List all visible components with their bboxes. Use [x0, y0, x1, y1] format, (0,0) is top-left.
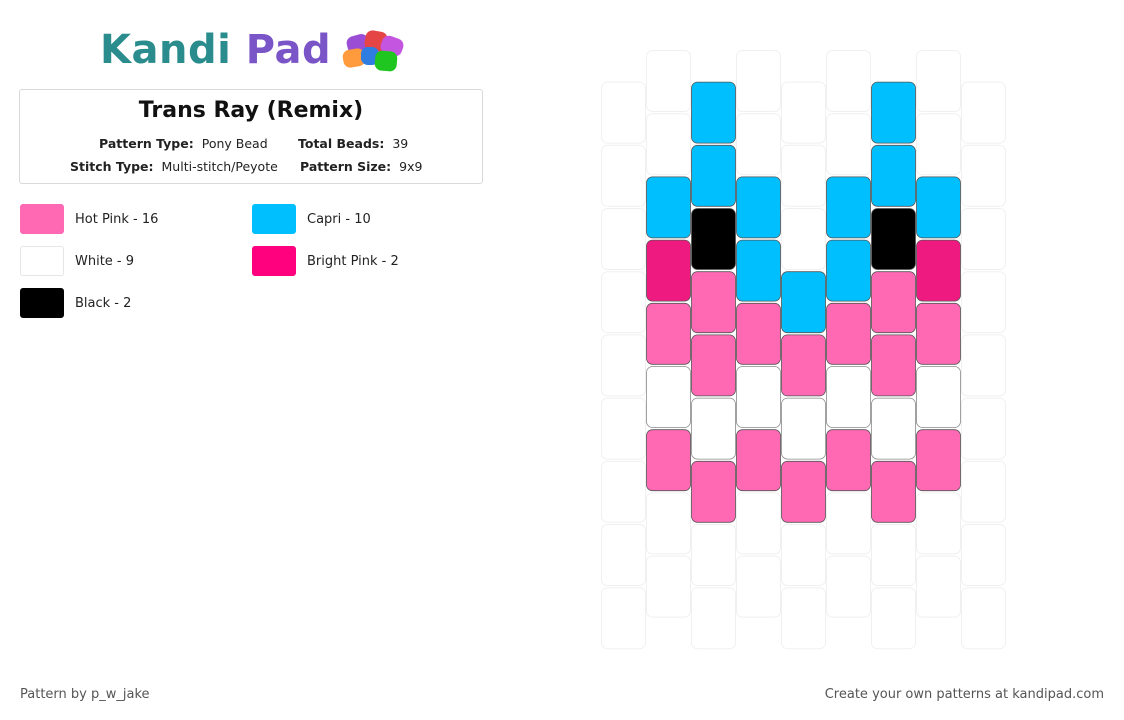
- bead-capri: [691, 81, 736, 144]
- bead-bright-pink: [916, 239, 961, 302]
- empty-bead-slot: [916, 113, 961, 176]
- empty-bead-slot: [646, 555, 691, 618]
- empty-bead-slot: [961, 460, 1006, 523]
- pattern-author: Pattern by p_w_jake: [20, 687, 150, 702]
- bead-pattern-grid: [601, 50, 1006, 650]
- bead-capri: [736, 176, 781, 239]
- bead-capri: [826, 239, 871, 302]
- bead-hot-pink: [871, 460, 916, 523]
- empty-bead-slot: [826, 113, 871, 176]
- bead-hot-pink: [781, 460, 826, 523]
- bead-capri: [736, 239, 781, 302]
- empty-bead-slot: [646, 113, 691, 176]
- bead-black: [871, 208, 916, 270]
- bead-white: [916, 366, 961, 428]
- bead-bright-pink: [646, 239, 691, 302]
- bead-hot-pink: [916, 302, 961, 365]
- bead-hot-pink: [736, 302, 781, 365]
- bead-capri: [691, 144, 736, 207]
- bead-capri: [871, 144, 916, 207]
- empty-bead-slot: [826, 492, 871, 555]
- empty-bead-slot: [916, 492, 961, 555]
- empty-bead-slot: [646, 492, 691, 555]
- bead-hot-pink: [826, 429, 871, 492]
- bead-capri: [916, 176, 961, 239]
- empty-bead-slot: [916, 50, 961, 112]
- bead-hot-pink: [826, 302, 871, 365]
- empty-bead-slot: [961, 208, 1006, 270]
- empty-bead-slot: [961, 81, 1006, 144]
- empty-bead-slot: [916, 555, 961, 618]
- bead-capri: [781, 271, 826, 334]
- empty-bead-slot: [736, 492, 781, 555]
- empty-bead-slot: [781, 587, 826, 650]
- empty-bead-slot: [736, 555, 781, 618]
- empty-bead-slot: [691, 524, 736, 586]
- empty-bead-slot: [871, 524, 916, 586]
- empty-bead-slot: [961, 144, 1006, 207]
- bead-white: [871, 397, 916, 460]
- bead-white: [646, 366, 691, 428]
- empty-bead-slot: [961, 524, 1006, 586]
- bead-white: [736, 366, 781, 428]
- bead-white: [781, 397, 826, 460]
- empty-bead-slot: [781, 208, 826, 270]
- empty-bead-slot: [601, 587, 646, 650]
- bead-white: [691, 397, 736, 460]
- empty-bead-slot: [601, 460, 646, 523]
- empty-bead-slot: [736, 50, 781, 112]
- empty-bead-slot: [826, 50, 871, 112]
- bead-black: [691, 208, 736, 270]
- empty-bead-slot: [601, 397, 646, 460]
- bead-hot-pink: [871, 271, 916, 334]
- empty-bead-slot: [781, 81, 826, 144]
- empty-bead-slot: [646, 50, 691, 112]
- empty-bead-slot: [601, 208, 646, 270]
- bead-hot-pink: [691, 334, 736, 397]
- kandipad-link[interactable]: Create your own patterns at kandipad.com: [825, 687, 1104, 702]
- empty-bead-slot: [781, 144, 826, 207]
- empty-bead-slot: [691, 587, 736, 650]
- bead-hot-pink: [736, 429, 781, 492]
- empty-bead-slot: [601, 144, 646, 207]
- bead-capri: [871, 81, 916, 144]
- bead-white: [826, 366, 871, 428]
- empty-bead-slot: [961, 587, 1006, 650]
- empty-bead-slot: [736, 113, 781, 176]
- empty-bead-slot: [961, 271, 1006, 334]
- bead-hot-pink: [646, 302, 691, 365]
- empty-bead-slot: [871, 587, 916, 650]
- empty-bead-slot: [601, 334, 646, 397]
- bead-hot-pink: [691, 271, 736, 334]
- bead-capri: [646, 176, 691, 239]
- empty-bead-slot: [601, 81, 646, 144]
- empty-bead-slot: [781, 524, 826, 586]
- empty-bead-slot: [601, 524, 646, 586]
- bead-capri: [826, 176, 871, 239]
- bead-hot-pink: [781, 334, 826, 397]
- empty-bead-slot: [961, 334, 1006, 397]
- empty-bead-slot: [826, 555, 871, 618]
- bead-hot-pink: [916, 429, 961, 492]
- bead-hot-pink: [871, 334, 916, 397]
- empty-bead-slot: [601, 271, 646, 334]
- empty-bead-slot: [961, 397, 1006, 460]
- bead-hot-pink: [691, 460, 736, 523]
- bead-hot-pink: [646, 429, 691, 492]
